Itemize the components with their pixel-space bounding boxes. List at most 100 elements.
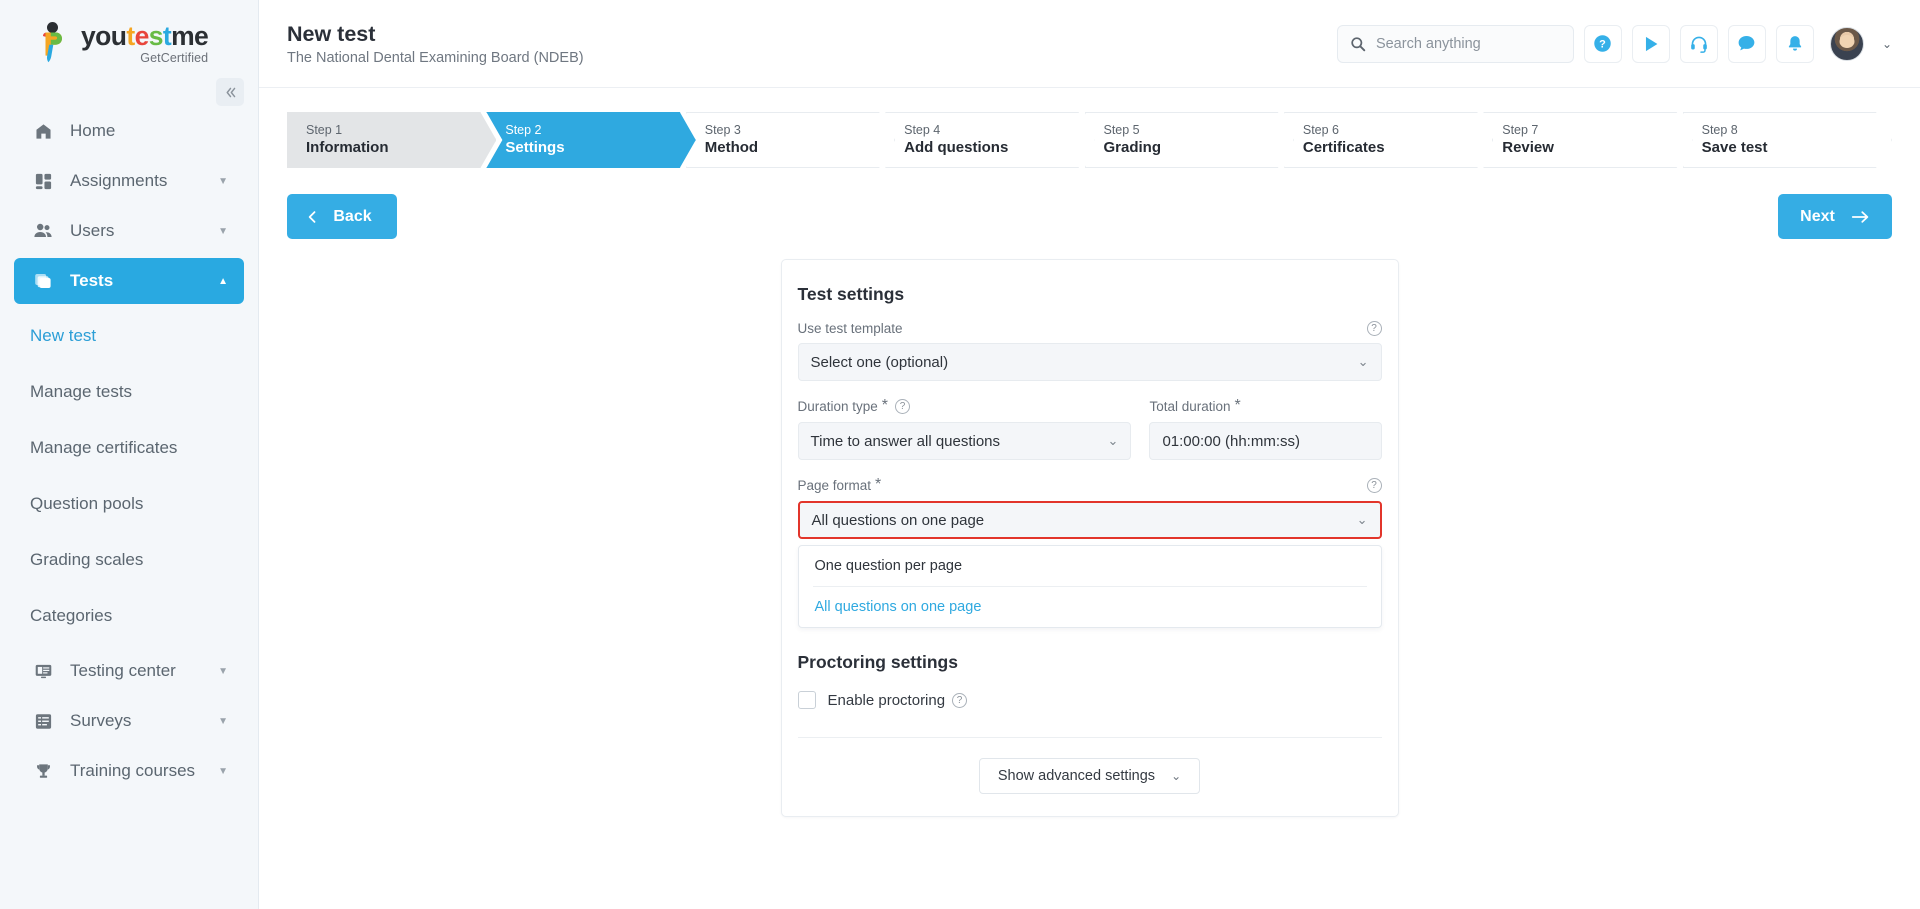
wizard-step-4[interactable]: Step 4 Add questions: [885, 112, 1094, 168]
sidebar-subitem-grading-scales[interactable]: Grading scales: [0, 532, 258, 588]
sidebar-item-users[interactable]: Users ▼: [14, 208, 244, 254]
testing-center-icon: [30, 662, 56, 681]
chat-icon-button[interactable]: [1728, 25, 1766, 63]
wizard-step-6[interactable]: Step 6 Certificates: [1284, 112, 1493, 168]
chevron-down-icon: ⌄: [1357, 512, 1368, 528]
sidebar-subitem-categories[interactable]: Categories: [0, 588, 258, 644]
step-number: Step 2: [505, 122, 694, 138]
wizard-step-3[interactable]: Step 3 Method: [686, 112, 895, 168]
chevron-left-icon: [306, 209, 319, 225]
content-area: Step 1 Information Step 2 Settings Step …: [259, 88, 1920, 909]
step-label: Method: [705, 138, 894, 158]
help-circle-icon[interactable]: ?: [1367, 478, 1382, 493]
wizard-step-7[interactable]: Step 7 Review: [1483, 112, 1692, 168]
sidebar-item-training-courses[interactable]: Training courses ▼: [14, 748, 244, 794]
wizard-step-8[interactable]: Step 8 Save test: [1683, 112, 1892, 168]
brand-wordmark: youtestme: [81, 23, 208, 50]
sidebar-subitem-new-test[interactable]: New test: [0, 308, 258, 364]
sidebar-item-tests[interactable]: Tests ▲: [14, 258, 244, 304]
page-format-option-one-question-per-page[interactable]: One question per page: [801, 546, 1379, 586]
sidebar-subitem-label: Manage certificates: [30, 438, 177, 458]
chat-icon: [1736, 33, 1757, 54]
total-duration-required-marker: *: [1235, 397, 1241, 415]
notifications-icon-button[interactable]: [1776, 25, 1814, 63]
page-subtitle: The National Dental Examining Board (NDE…: [287, 50, 584, 66]
assignments-icon: [30, 172, 56, 191]
wizard-step-1[interactable]: Step 1 Information: [287, 112, 496, 168]
sidebar-item-testing-center[interactable]: Testing center ▼: [14, 648, 244, 694]
duration-type-value: Time to answer all questions: [811, 433, 1001, 450]
enable-proctoring-checkbox[interactable]: [798, 691, 816, 709]
brand-tagline: GetCertified: [81, 51, 208, 65]
wizard-step-5[interactable]: Step 5 Grading: [1085, 112, 1294, 168]
users-icon: [30, 221, 56, 241]
chevron-down-icon: ▼: [218, 176, 228, 187]
step-label: Certificates: [1303, 138, 1492, 158]
help-circle-icon[interactable]: ?: [1367, 321, 1382, 336]
use-test-template-value: Select one (optional): [811, 354, 949, 371]
sidebar-subitem-question-pools[interactable]: Question pools: [0, 476, 258, 532]
help-circle-icon[interactable]: ?: [895, 399, 910, 414]
sidebar-subitem-manage-tests[interactable]: Manage tests: [0, 364, 258, 420]
sidebar: youtestme GetCertified Home As: [0, 0, 259, 909]
sidebar-subitem-manage-certificates[interactable]: Manage certificates: [0, 420, 258, 476]
step-label: Settings: [505, 138, 694, 158]
logo-part-you: you: [81, 21, 126, 51]
dropdown-option-label: All questions on one page: [815, 599, 982, 615]
sidebar-item-home[interactable]: Home: [14, 108, 244, 154]
help-icon-button[interactable]: ?: [1584, 25, 1622, 63]
sidebar-item-label: Surveys: [70, 711, 131, 731]
step-number: Step 1: [306, 122, 495, 138]
step-number: Step 4: [904, 122, 1093, 138]
play-icon: [1640, 33, 1662, 55]
logo-part-t2: t: [163, 21, 171, 51]
sidebar-subitem-label: Question pools: [30, 494, 143, 514]
sidebar-item-assignments[interactable]: Assignments ▼: [14, 158, 244, 204]
sidebar-subitem-label: Manage tests: [30, 382, 132, 402]
step-number: Step 3: [705, 122, 894, 138]
wizard-stepper: Step 1 Information Step 2 Settings Step …: [287, 112, 1892, 168]
page-format-field: Page format * ? All questions on one pag…: [798, 476, 1382, 628]
total-duration-label: Total duration: [1149, 399, 1230, 414]
total-duration-value: 01:00:00 (hh:mm:ss): [1162, 433, 1300, 450]
page-heading-block: New test The National Dental Examining B…: [287, 21, 584, 67]
use-test-template-select[interactable]: Select one (optional) ⌄: [798, 343, 1382, 381]
wizard-step-2[interactable]: Step 2 Settings: [486, 112, 695, 168]
step-number: Step 6: [1303, 122, 1492, 138]
logo-part-e: e: [135, 21, 149, 51]
search-icon: [1350, 36, 1366, 52]
chevron-double-left-icon: [224, 86, 237, 99]
sidebar-item-label: Tests: [70, 271, 113, 291]
sidebar-collapse-button[interactable]: [216, 78, 244, 106]
page-format-select[interactable]: All questions on one page ⌄: [798, 501, 1382, 539]
total-duration-input[interactable]: 01:00:00 (hh:mm:ss): [1149, 422, 1381, 460]
play-icon-button[interactable]: [1632, 25, 1670, 63]
brand-logo[interactable]: youtestme GetCertified: [0, 0, 258, 88]
show-advanced-settings-label: Show advanced settings: [998, 768, 1155, 784]
support-icon-button[interactable]: [1680, 25, 1718, 63]
chevron-down-icon: ▼: [218, 716, 228, 727]
use-test-template-field: Use test template ? Select one (optional…: [798, 321, 1382, 381]
step-number: Step 8: [1702, 122, 1891, 138]
search-input[interactable]: [1376, 36, 1561, 52]
next-button[interactable]: Next: [1778, 194, 1892, 239]
sidebar-item-surveys[interactable]: Surveys ▼: [14, 698, 244, 744]
search-box[interactable]: [1337, 25, 1574, 63]
page-format-option-all-questions-on-one-page[interactable]: All questions on one page: [801, 587, 1379, 627]
enable-proctoring-label: Enable proctoring: [828, 692, 946, 709]
duration-type-select[interactable]: Time to answer all questions ⌄: [798, 422, 1132, 460]
help-circle-icon[interactable]: ?: [952, 693, 967, 708]
proctoring-section-title: Proctoring settings: [798, 652, 1382, 673]
back-button[interactable]: Back: [287, 194, 397, 239]
enable-proctoring-row: Enable proctoring ?: [798, 691, 1382, 709]
top-bar-actions: ?: [1337, 25, 1892, 63]
avatar[interactable]: [1830, 27, 1864, 61]
duration-type-field: Duration type * ? Time to answer all que…: [798, 397, 1132, 460]
help-icon: ?: [1592, 33, 1613, 54]
chevron-down-icon: ⌄: [1171, 769, 1181, 783]
headset-icon: [1689, 34, 1709, 54]
show-advanced-settings-button[interactable]: Show advanced settings ⌄: [979, 758, 1200, 794]
top-bar: New test The National Dental Examining B…: [259, 0, 1920, 88]
avatar-chevron-down-icon[interactable]: ⌄: [1882, 37, 1892, 51]
chevron-down-icon: ▼: [218, 766, 228, 777]
